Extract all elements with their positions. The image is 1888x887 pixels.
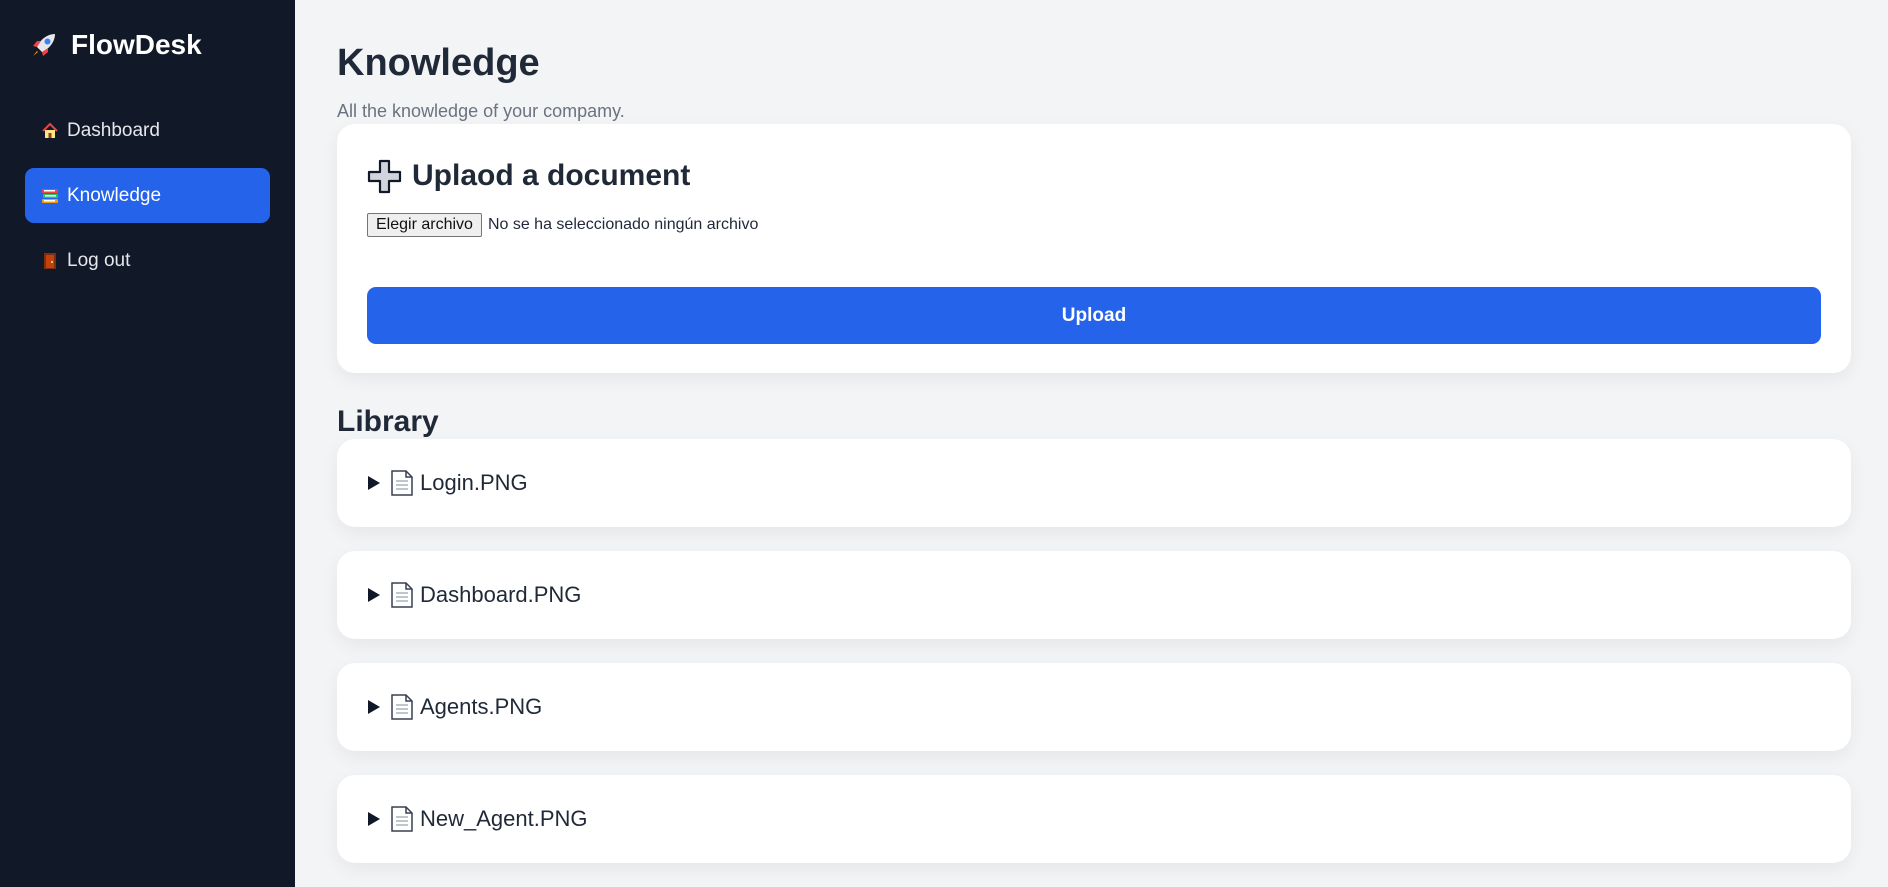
- house-icon: [41, 122, 59, 140]
- document-icon: [391, 694, 413, 720]
- rocket-icon: [29, 30, 59, 60]
- upload-card: Uplaod a document Elegir archivo No se h…: [337, 124, 1851, 373]
- books-icon: [41, 187, 59, 205]
- document-item-agents[interactable]: Agents.PNG: [337, 663, 1851, 751]
- document-icon: [391, 470, 413, 496]
- triangle-right-icon[interactable]: [367, 811, 381, 827]
- document-item-dashboard[interactable]: Dashboard.PNG: [337, 551, 1851, 639]
- triangle-right-icon[interactable]: [367, 475, 381, 491]
- document-icon: [391, 582, 413, 608]
- page-subtitle: All the knowledge of your compamy.: [337, 101, 625, 121]
- sidebar-item-label: Log out: [67, 249, 131, 271]
- document-icon: [391, 806, 413, 832]
- brand-name: FlowDesk: [71, 29, 202, 60]
- document-item-new-agent[interactable]: New_Agent.PNG: [337, 775, 1851, 863]
- document-name: Login.PNG: [420, 470, 528, 495]
- document-name: Dashboard.PNG: [420, 582, 582, 607]
- file-input: Elegir archivo No se ha seleccionado nin…: [367, 213, 1821, 237]
- page-title: Knowledge: [337, 42, 540, 84]
- triangle-right-icon[interactable]: [367, 699, 381, 715]
- triangle-right-icon[interactable]: [367, 587, 381, 603]
- brand[interactable]: FlowDesk: [29, 27, 270, 63]
- sidebar-item-logout[interactable]: Log out: [25, 233, 270, 288]
- sidebar-nav: Dashboard Knowledge Log out: [25, 103, 270, 288]
- library-title: Library: [337, 405, 439, 438]
- plus-icon: [367, 159, 402, 194]
- upload-heading-text: Uplaod a document: [412, 159, 691, 192]
- document-name: Agents.PNG: [420, 694, 543, 719]
- choose-file-button[interactable]: Elegir archivo: [367, 213, 482, 237]
- upload-button[interactable]: Upload: [367, 287, 1821, 344]
- sidebar: FlowDesk Dashboard Knowledge Log out: [0, 0, 295, 887]
- document-name: New_Agent.PNG: [420, 806, 588, 831]
- sidebar-item-label: Knowledge: [67, 184, 162, 206]
- sidebar-item-label: Dashboard: [67, 119, 160, 141]
- file-status: No se ha seleccionado ningún archivo: [487, 216, 759, 233]
- sidebar-item-knowledge[interactable]: Knowledge: [25, 168, 270, 223]
- upload-heading: Uplaod a document: [367, 158, 1821, 194]
- document-item-login[interactable]: Login.PNG: [337, 439, 1851, 527]
- door-icon: [41, 252, 59, 270]
- sidebar-item-dashboard[interactable]: Dashboard: [25, 103, 270, 158]
